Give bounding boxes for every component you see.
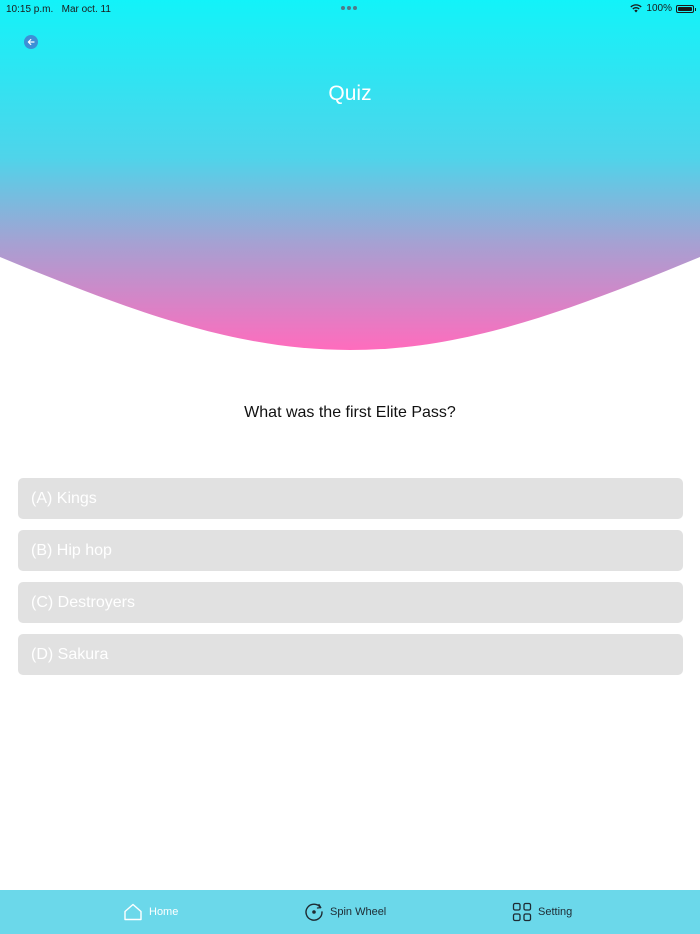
battery-icon xyxy=(676,4,696,13)
tab-setting-label: Setting xyxy=(538,906,573,918)
header-background xyxy=(0,0,700,350)
status-time-text: 10:15 p.m. xyxy=(6,4,54,15)
tab-spin-wheel-label: Spin Wheel xyxy=(330,906,387,918)
answer-option-d[interactable]: (D) Sakura xyxy=(18,634,683,675)
tab-spin-wheel[interactable]: Spin Wheel xyxy=(304,890,386,934)
tab-setting[interactable]: Setting xyxy=(512,890,572,934)
status-bar: 10:15 p.m. Mar oct. 11 100% xyxy=(0,0,700,20)
home-icon xyxy=(124,903,142,921)
spin-wheel-icon xyxy=(305,903,323,921)
quiz-question: What was the first Elite Pass? xyxy=(244,404,456,421)
grid-icon xyxy=(512,902,532,922)
battery-percent: 100% xyxy=(646,3,672,14)
answer-options: (A) Kings (B) Hip hop (C) Destroyers (D)… xyxy=(18,478,683,686)
tab-home[interactable]: Home xyxy=(123,890,178,934)
tab-home-label: Home xyxy=(149,906,179,918)
arrow-left-icon xyxy=(27,38,35,46)
multitasking-dots[interactable] xyxy=(341,6,357,10)
page-title: Quiz xyxy=(328,82,372,105)
back-button[interactable] xyxy=(24,35,38,49)
answer-option-b[interactable]: (B) Hip hop xyxy=(18,530,683,571)
status-time: 10:15 p.m. Mar oct. 11 xyxy=(6,4,111,15)
answer-option-c[interactable]: (C) Destroyers xyxy=(18,582,683,623)
tab-bar: Home Spin Wheel Setting xyxy=(0,890,700,934)
answer-option-a[interactable]: (A) Kings xyxy=(18,478,683,519)
wifi-icon xyxy=(630,4,643,13)
status-right: 100% xyxy=(630,3,696,14)
status-date: Mar oct. 11 xyxy=(61,4,111,15)
